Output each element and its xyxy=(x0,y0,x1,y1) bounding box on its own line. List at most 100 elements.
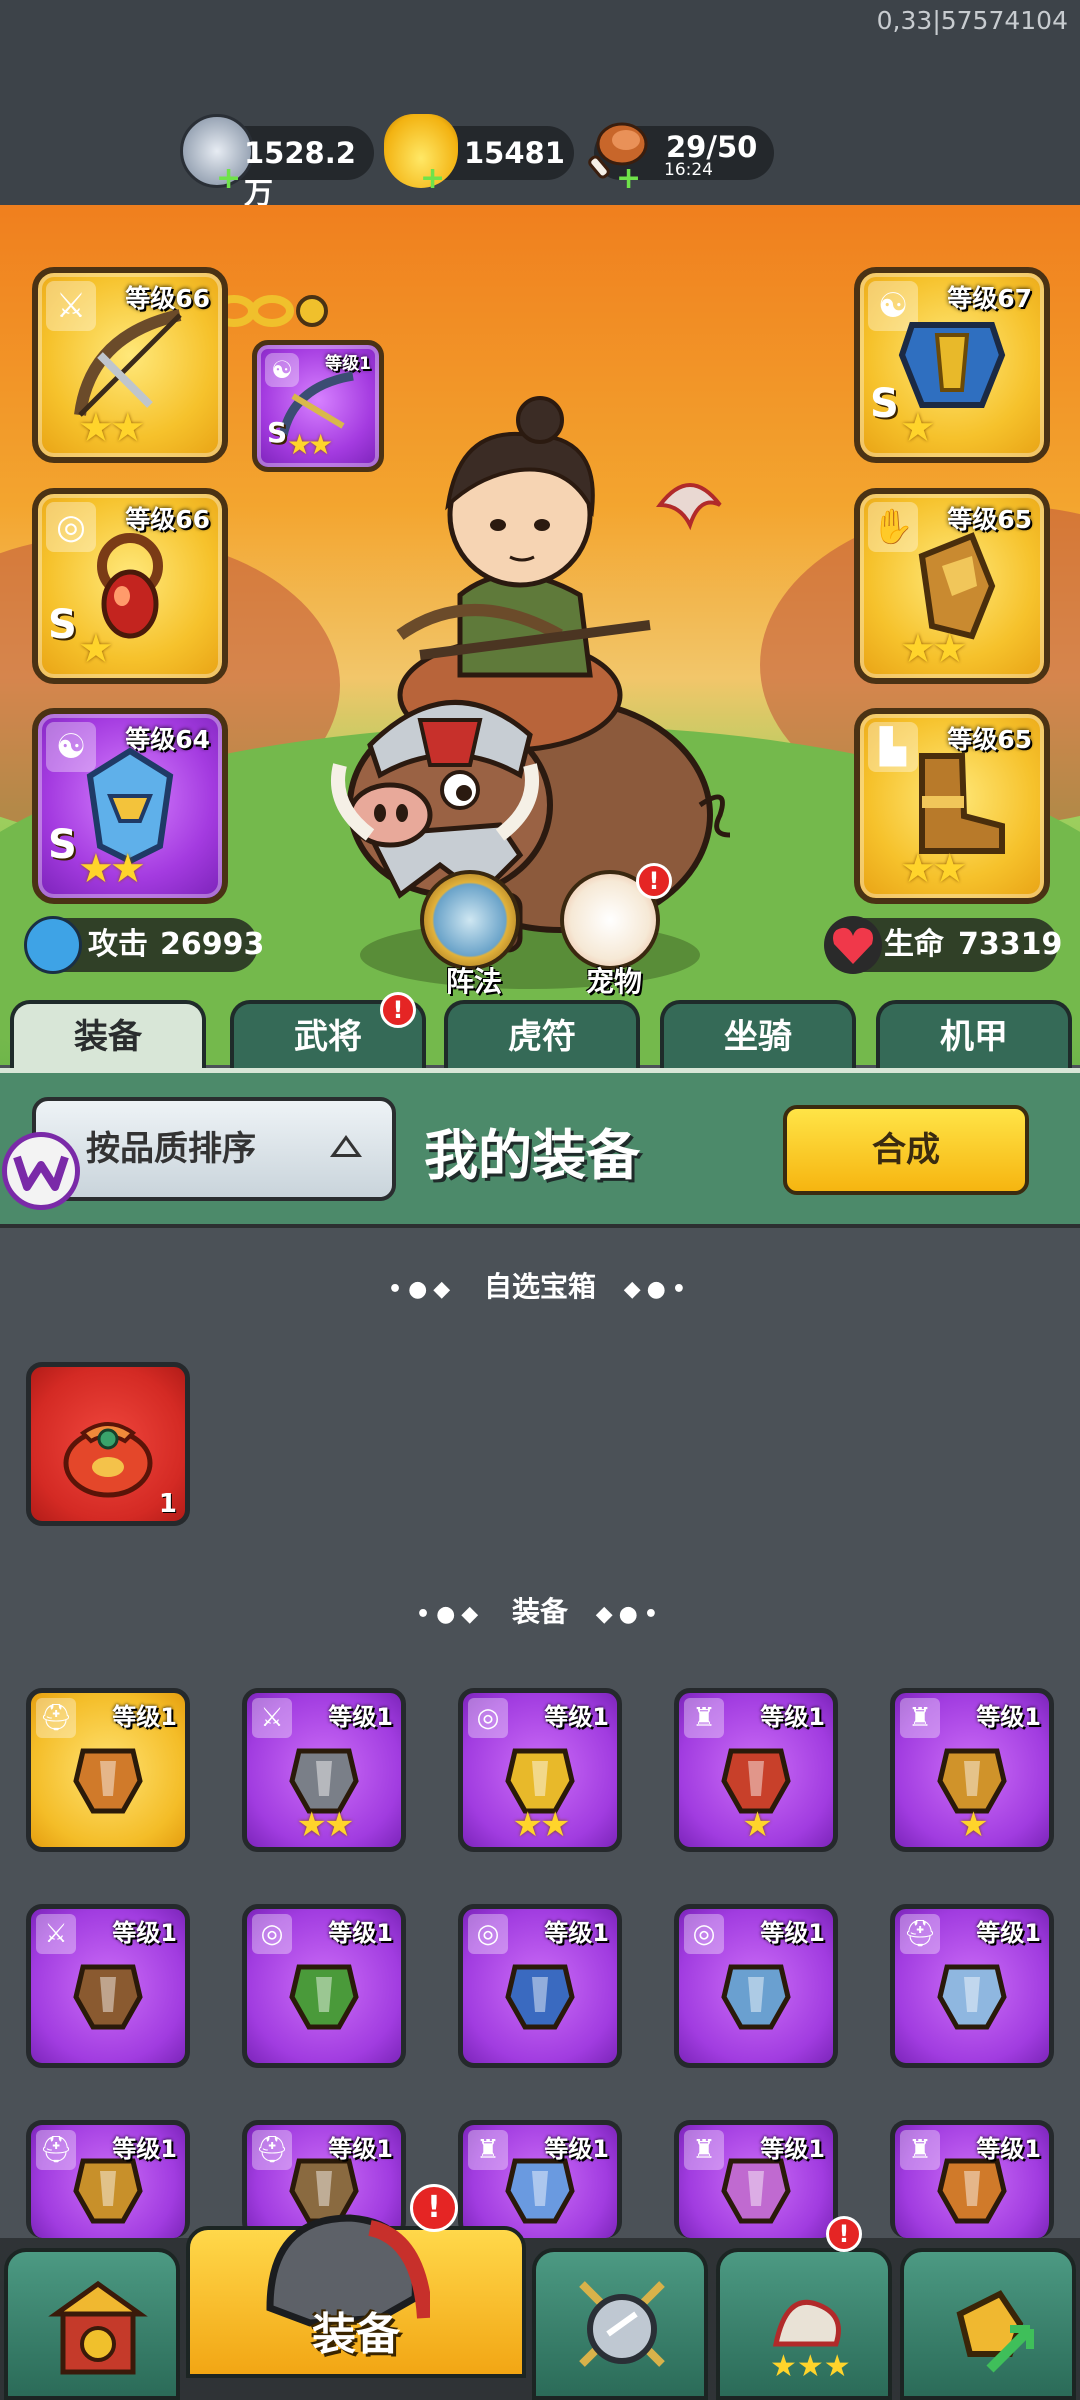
stamina-counter[interactable]: + 29/50 16:24 xyxy=(588,122,774,194)
item-level: 等级1 xyxy=(760,2135,825,2163)
item-stars: ★ xyxy=(958,1805,988,1845)
nav-upgrade-button[interactable] xyxy=(900,2248,1076,2400)
equipment-item[interactable]: ◎ 等级1 xyxy=(242,1904,406,2068)
item-level: 等级1 xyxy=(328,1703,393,1731)
equipment-item[interactable]: ⚔ 等级1 ★★ xyxy=(242,1688,406,1852)
item-stars: ★★ xyxy=(512,1805,571,1845)
item-level: 等级1 xyxy=(760,1919,825,1947)
tab-mecha[interactable]: 机甲 xyxy=(876,1000,1072,1070)
equipment-item[interactable]: ◎ 等级1 xyxy=(674,1904,838,2068)
grade-s-label: S xyxy=(267,416,288,449)
slot-stars: ★★ xyxy=(900,626,968,672)
w-logo-icon[interactable] xyxy=(2,1132,80,1210)
item-level: 等级1 xyxy=(976,1919,1041,1947)
equipment-art-icon xyxy=(73,1964,143,2030)
stamina-value: 29/50 xyxy=(666,130,758,164)
nav-phoenix-button[interactable]: ★★★ xyxy=(716,2248,892,2400)
gold-counter[interactable]: + 15481 xyxy=(384,114,574,194)
nav-battle-button[interactable] xyxy=(532,2248,708,2400)
triangle-up-icon xyxy=(330,1135,362,1157)
equip-slot-armor[interactable]: ☯ 等级67 S ★ xyxy=(854,267,1050,463)
equip-slot-weapon[interactable]: ⚔ 等级66 ★★ xyxy=(32,267,228,463)
silver-counter[interactable]: + 1528.2万 xyxy=(180,114,374,210)
nav-equipment-label: 装备 xyxy=(312,2309,400,2360)
stamina-timer: 16:24 xyxy=(664,160,713,180)
equipment-item[interactable]: ⛑ 等级1 xyxy=(26,2120,190,2238)
sort-by-quality-dropdown[interactable]: 按品质排序 xyxy=(32,1097,396,1201)
item-level: 等级1 xyxy=(976,2135,1041,2163)
item-count: 1 xyxy=(158,1489,177,1519)
equipment-item[interactable]: ♜ 等级1 ★ xyxy=(890,1688,1054,1852)
tab-equipment[interactable]: 装备 xyxy=(10,1000,206,1070)
slot-stars: ★★ xyxy=(287,428,333,461)
equipment-panel-header: 按品质排序 我的装备 合成 xyxy=(0,1068,1080,1228)
heart-icon xyxy=(824,916,882,974)
add-stamina-icon[interactable]: + xyxy=(616,164,641,194)
shield-swords-icon xyxy=(579,2281,665,2367)
equipment-item[interactable]: ◎ 等级1 ★★ xyxy=(458,1688,622,1852)
nav-equipment-button[interactable]: 装备 xyxy=(186,2214,526,2378)
equipment-art-icon xyxy=(721,1964,791,2030)
item-level: 等级1 xyxy=(112,1703,177,1731)
equip-slot-treasure[interactable]: ☯ 等级64 S ★★ xyxy=(32,708,228,904)
decor-dots-left: •●◆ xyxy=(388,1277,457,1302)
add-gold-icon[interactable]: + xyxy=(420,164,445,194)
equipment-item[interactable]: ♜ 等级1 ★ xyxy=(674,1688,838,1852)
equipment-item[interactable]: ♜ 等级1 xyxy=(458,2120,622,2238)
equipment-item[interactable]: ⛑ 等级1 xyxy=(26,1688,190,1852)
equipment-item[interactable]: ⛑ 等级1 xyxy=(890,1904,1054,2068)
grade-s-label: S xyxy=(48,822,77,868)
castle-gate-icon xyxy=(48,2280,148,2375)
nav-home-button[interactable] xyxy=(4,2248,180,2400)
equipment-item[interactable]: ◎ 等级1 xyxy=(458,1904,622,2068)
equipment-art-icon xyxy=(505,1964,575,2030)
pet-alert-badge: ! xyxy=(636,863,672,899)
fist-arrow-icon xyxy=(956,2290,1034,2373)
attack-value: 26993 xyxy=(160,927,265,962)
decor-dots-left: •●◆ xyxy=(416,1602,485,1627)
grade-s-label: S xyxy=(870,381,899,427)
selectable-chest-item[interactable]: 1 xyxy=(26,1362,190,1526)
item-level: 等级1 xyxy=(544,1703,609,1731)
chest-section-title: 自选宝箱 xyxy=(483,1270,596,1303)
compose-button[interactable]: 合成 xyxy=(783,1105,1029,1195)
decor-dots-right: ◆●• xyxy=(623,1277,692,1302)
item-level: 等级1 xyxy=(760,1703,825,1731)
hp-value: 73319 xyxy=(958,927,1063,962)
equipment-section-header: •●◆ 装备 ◆●• xyxy=(0,1590,1080,1630)
chain-link-icon xyxy=(214,295,328,327)
equipment-item[interactable]: ♜ 等级1 xyxy=(890,2120,1054,2238)
sort-label: 按品质排序 xyxy=(86,1129,256,1169)
hero-stage: ⚔ 等级66 ★★ ◎ 等级66 S ★ ☯ 等级64 S ★★ ☯ 等级1 S… xyxy=(0,205,1080,1065)
equipment-art-icon xyxy=(937,1964,1007,2030)
page-title: 我的装备 xyxy=(424,1124,640,1187)
gold-value: 15481 xyxy=(464,136,565,170)
slot-stars: ★ xyxy=(900,405,936,451)
attack-label: 攻击 xyxy=(88,927,148,962)
equipment-item[interactable]: ♜ 等级1 xyxy=(674,2120,838,2238)
hero-riding-boar-illustration[interactable] xyxy=(330,335,750,1035)
red-pouch-icon xyxy=(63,1422,153,1498)
tab-tiger-tally[interactable]: 虎符 xyxy=(444,1000,640,1070)
formation-label: 阵法 xyxy=(446,965,503,998)
add-silver-icon[interactable]: + xyxy=(216,164,241,194)
slot-stars: ★★ xyxy=(78,405,146,451)
item-level: 等级1 xyxy=(112,2135,177,2163)
decor-dots-right: ◆●• xyxy=(595,1602,664,1627)
equipment-item[interactable]: ⚔ 等级1 xyxy=(26,1904,190,2068)
sword-attack-icon xyxy=(24,916,82,974)
linked-equip-slot[interactable]: ☯ 等级1 S ★★ xyxy=(252,340,384,472)
formation-button[interactable]: 阵法 xyxy=(420,870,520,998)
chest-section-header: •●◆ 自选宝箱 ◆●• xyxy=(0,1265,1080,1305)
item-stars: ★★ xyxy=(296,1805,355,1845)
equip-slot-gloves[interactable]: ✋ 等级65 ★★ xyxy=(854,488,1050,684)
tab-mount[interactable]: 坐骑 xyxy=(660,1000,856,1070)
equipment-art-icon xyxy=(289,1964,359,2030)
item-level: 等级1 xyxy=(544,2135,609,2163)
grade-s-label: S xyxy=(48,602,77,648)
equip-slot-accessory[interactable]: ◎ 等级66 S ★ xyxy=(32,488,228,684)
item-level: 等级1 xyxy=(328,2135,393,2163)
nav-equipment-alert-badge: ! xyxy=(410,2184,458,2232)
item-stars: ★ xyxy=(742,1805,772,1845)
equip-slot-boots[interactable]: ▙ 等级65 ★★ xyxy=(854,708,1050,904)
